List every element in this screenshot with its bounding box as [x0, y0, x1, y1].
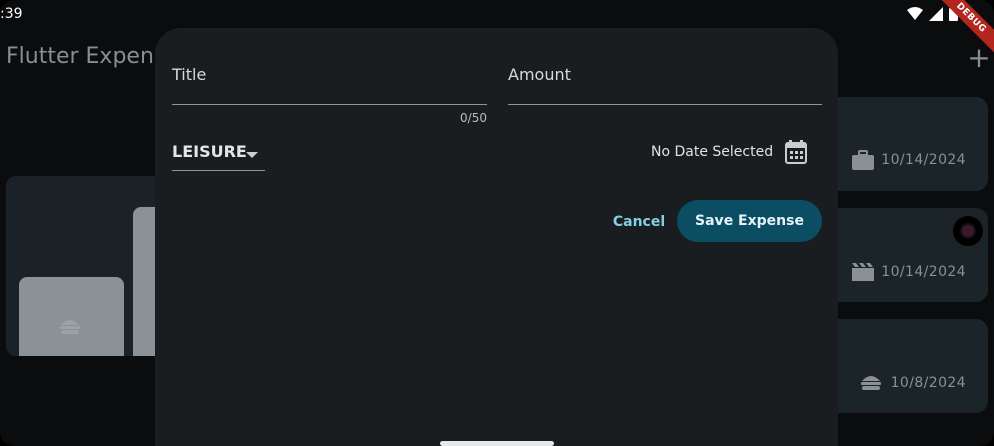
status-time: :39 — [0, 6, 23, 22]
wifi-icon — [907, 7, 923, 20]
home-indicator[interactable] — [440, 441, 554, 446]
selected-date-text: No Date Selected — [651, 144, 774, 160]
signal-icon — [929, 7, 943, 21]
app-title: Flutter Expens — [6, 44, 166, 69]
movie-icon — [852, 263, 874, 281]
expense-date: 10/14/2024 — [881, 152, 966, 168]
save-expense-button[interactable]: Save Expense — [677, 200, 822, 242]
arrow-drop-down-icon — [246, 152, 258, 158]
expense-date: 10/8/2024 — [890, 375, 966, 391]
title-counter: 0/50 — [460, 111, 487, 125]
title-underline — [172, 104, 487, 105]
category-dropdown[interactable]: LEISURE — [172, 140, 265, 171]
add-icon[interactable]: + — [966, 44, 992, 72]
fastfood-icon — [60, 320, 80, 334]
title-field-label: Title — [172, 65, 207, 84]
work-icon — [852, 150, 874, 170]
expense-card[interactable]: 10/8/2024 — [820, 319, 988, 413]
chart-bar-food — [19, 277, 124, 356]
category-value: LEISURE — [172, 142, 247, 161]
amount-field-label: Amount — [508, 65, 571, 84]
cancel-button[interactable]: Cancel — [607, 209, 671, 235]
new-expense-sheet: Title 0/50 Amount LEISURE No Date Select… — [155, 28, 838, 446]
fastfood-icon — [861, 376, 881, 390]
camera-cutout — [953, 216, 983, 246]
calendar-icon[interactable] — [785, 140, 807, 164]
phone-screen: :39 DEBUG Flutter Expens + 10/14/2024 10… — [0, 0, 994, 446]
expense-date: 10/14/2024 — [881, 264, 966, 280]
status-bar: :39 — [0, 0, 994, 30]
title-field[interactable]: Title 0/50 — [172, 65, 487, 125]
amount-field[interactable]: Amount — [508, 65, 822, 107]
expense-card[interactable]: 10/14/2024 — [820, 97, 988, 191]
amount-underline — [508, 104, 822, 105]
